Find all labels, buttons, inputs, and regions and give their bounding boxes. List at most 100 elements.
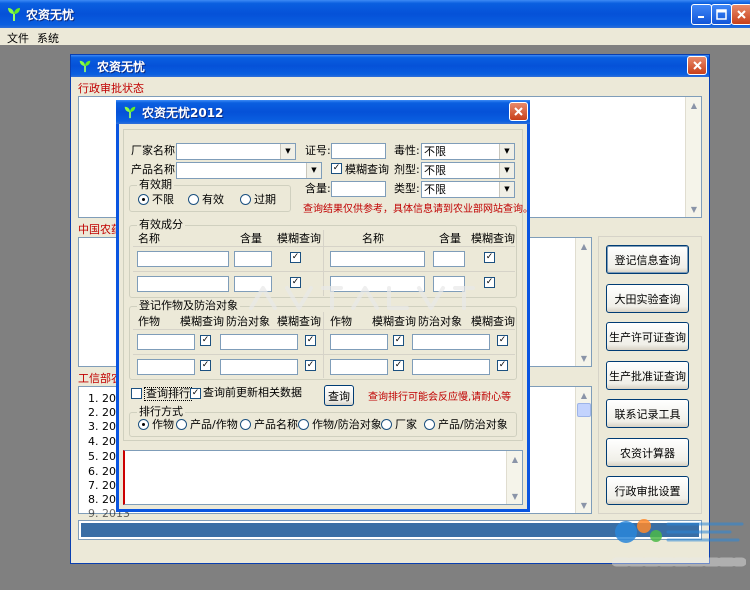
watermark-brand-logo [615,519,744,543]
target-input[interactable] [220,334,298,350]
validity-valid-radio[interactable] [188,194,199,205]
chevron-down-icon[interactable]: ▼ [499,163,514,178]
validity-any-radio[interactable] [138,194,149,205]
register-info-query-button[interactable]: 登记信息查询 [606,245,689,274]
rank-notice: 查询排行可能会反应慢,请耐心等 [368,392,512,403]
dialog-sprout-icon [122,104,138,120]
target-fuzzy-checkbox[interactable]: ✓ [305,335,316,346]
results-panel[interactable]: ▲ ▼ [123,450,523,505]
scroll-down-icon[interactable]: ▼ [686,201,702,217]
cert-input[interactable] [331,143,386,159]
scroll-down-icon[interactable]: ▼ [576,497,592,513]
ing-name-input[interactable] [137,251,229,267]
scroll-up-icon[interactable]: ▲ [507,451,523,467]
admin-status-scrollbar[interactable]: ▲ ▼ [685,97,701,217]
type-select[interactable]: 不限 ▼ [421,181,515,198]
target-fuzzy-checkbox[interactable]: ✓ [305,360,316,371]
chevron-down-icon[interactable]: ▼ [499,144,514,159]
target-input[interactable] [220,359,298,375]
dialog-titlebar[interactable]: 农资无忧2012 [116,100,530,124]
manufacturer-combo[interactable]: ▼ [176,143,296,160]
crop-input[interactable] [137,334,195,350]
crop-input[interactable] [137,359,195,375]
admin-approval-settings-button[interactable]: 行政审批设置 [606,476,689,505]
main-titlebar[interactable]: 农资无忧 [0,0,750,28]
agri-calculator-button[interactable]: 农资计算器 [606,438,689,467]
crop-fuzzy-checkbox[interactable]: ✓ [393,335,404,346]
ing-content-input[interactable] [234,251,272,267]
ing-name-input[interactable] [137,276,229,292]
ing-fuzzy-header-2: 模糊查询 [471,232,515,245]
contact-record-tool-button[interactable]: 联系记录工具 [606,399,689,428]
main-title: 农资无忧 [26,7,75,22]
sort-manufacturer-radio[interactable] [381,419,392,430]
product-combo[interactable]: ▼ [176,162,322,179]
maximize-icon [716,9,727,20]
content-input[interactable] [331,181,386,197]
miit-scrollbar[interactable]: ▲ ▼ [575,387,591,513]
refresh-checkbox[interactable]: ✓ [190,388,201,399]
target-fuzzy-checkbox[interactable]: ✓ [497,335,508,346]
maximize-button[interactable] [711,4,732,25]
rank-checkbox[interactable] [131,388,142,399]
content-label: 含量: [305,182,331,195]
fuzzy-checkbox[interactable]: ✓ [331,163,342,174]
ing-name-input[interactable] [330,251,425,267]
form-select[interactable]: 不限 ▼ [421,162,515,179]
sort-product-name-radio[interactable] [240,419,251,430]
target-input[interactable] [412,334,490,350]
results-scrollbar[interactable]: ▲ ▼ [506,451,522,504]
ing-content-input[interactable] [433,251,465,267]
progress-fill [81,523,699,537]
scroll-down-icon[interactable]: ▼ [576,350,592,366]
ing-fuzzy-checkbox[interactable]: ✓ [484,252,495,263]
validity-any-label: 不限 [152,193,174,206]
scroll-up-icon[interactable]: ▲ [576,238,592,254]
close-button[interactable] [731,4,750,25]
chevron-down-icon[interactable]: ▼ [280,144,295,159]
menu-system[interactable]: 系统 [37,30,59,46]
inner-titlebar[interactable]: 农资无忧 [71,55,709,77]
crop-fuzzy-checkbox[interactable]: ✓ [200,360,211,371]
inner-close-button[interactable] [687,56,707,75]
sort-crop-radio[interactable] [138,419,149,430]
production-license-query-button[interactable]: 生产许可证查询 [606,322,689,351]
crop-fuzzy-header: 模糊查询 [180,315,224,328]
chevron-down-icon[interactable]: ▼ [306,163,321,178]
query-button[interactable]: 查询 [324,385,354,406]
production-approval-query-button[interactable]: 生产批准证查询 [606,361,689,390]
validity-expired-radio[interactable] [240,194,251,205]
scroll-down-icon[interactable]: ▼ [507,488,523,504]
toxicity-value: 不限 [424,145,446,158]
crop-fuzzy-checkbox[interactable]: ✓ [393,360,404,371]
sort-crop-target-radio[interactable] [298,419,309,430]
fuzzy-label: 模糊查询 [345,163,389,176]
field-trial-query-button[interactable]: 大田实验查询 [606,284,689,313]
target-input[interactable] [412,359,490,375]
scroll-up-icon[interactable]: ▲ [686,97,702,113]
crop-input[interactable] [330,334,388,350]
minimize-button[interactable] [691,4,712,25]
sort-product-crop-radio[interactable] [176,419,187,430]
scroll-up-icon[interactable]: ▲ [576,387,592,403]
type-label: 类型: [394,182,420,195]
target-fuzzy-checkbox[interactable]: ✓ [497,360,508,371]
menu-file[interactable]: 文件 [7,30,29,46]
toxicity-select[interactable]: 不限 ▼ [421,143,515,160]
watermark-brand [612,516,746,548]
validity-group-label: 有效期 [137,178,174,191]
validity-expired-label: 过期 [254,193,276,206]
form-value: 不限 [424,164,446,177]
watermark-slogan [611,552,747,572]
manufacturer-label: 厂家名称: [131,144,179,157]
scroll-thumb[interactable] [577,403,591,417]
dialog-close-button[interactable] [509,102,528,121]
chevron-down-icon[interactable]: ▼ [499,182,514,197]
ing-fuzzy-checkbox[interactable]: ✓ [290,252,301,263]
sort-product-target-radio[interactable] [424,419,435,430]
crop-fuzzy-checkbox[interactable]: ✓ [200,335,211,346]
close-icon [514,107,523,116]
china-agri-scrollbar[interactable]: ▲ ▼ [575,238,591,366]
crop-input[interactable] [330,359,388,375]
ing-fuzzy-header: 模糊查询 [277,232,321,245]
